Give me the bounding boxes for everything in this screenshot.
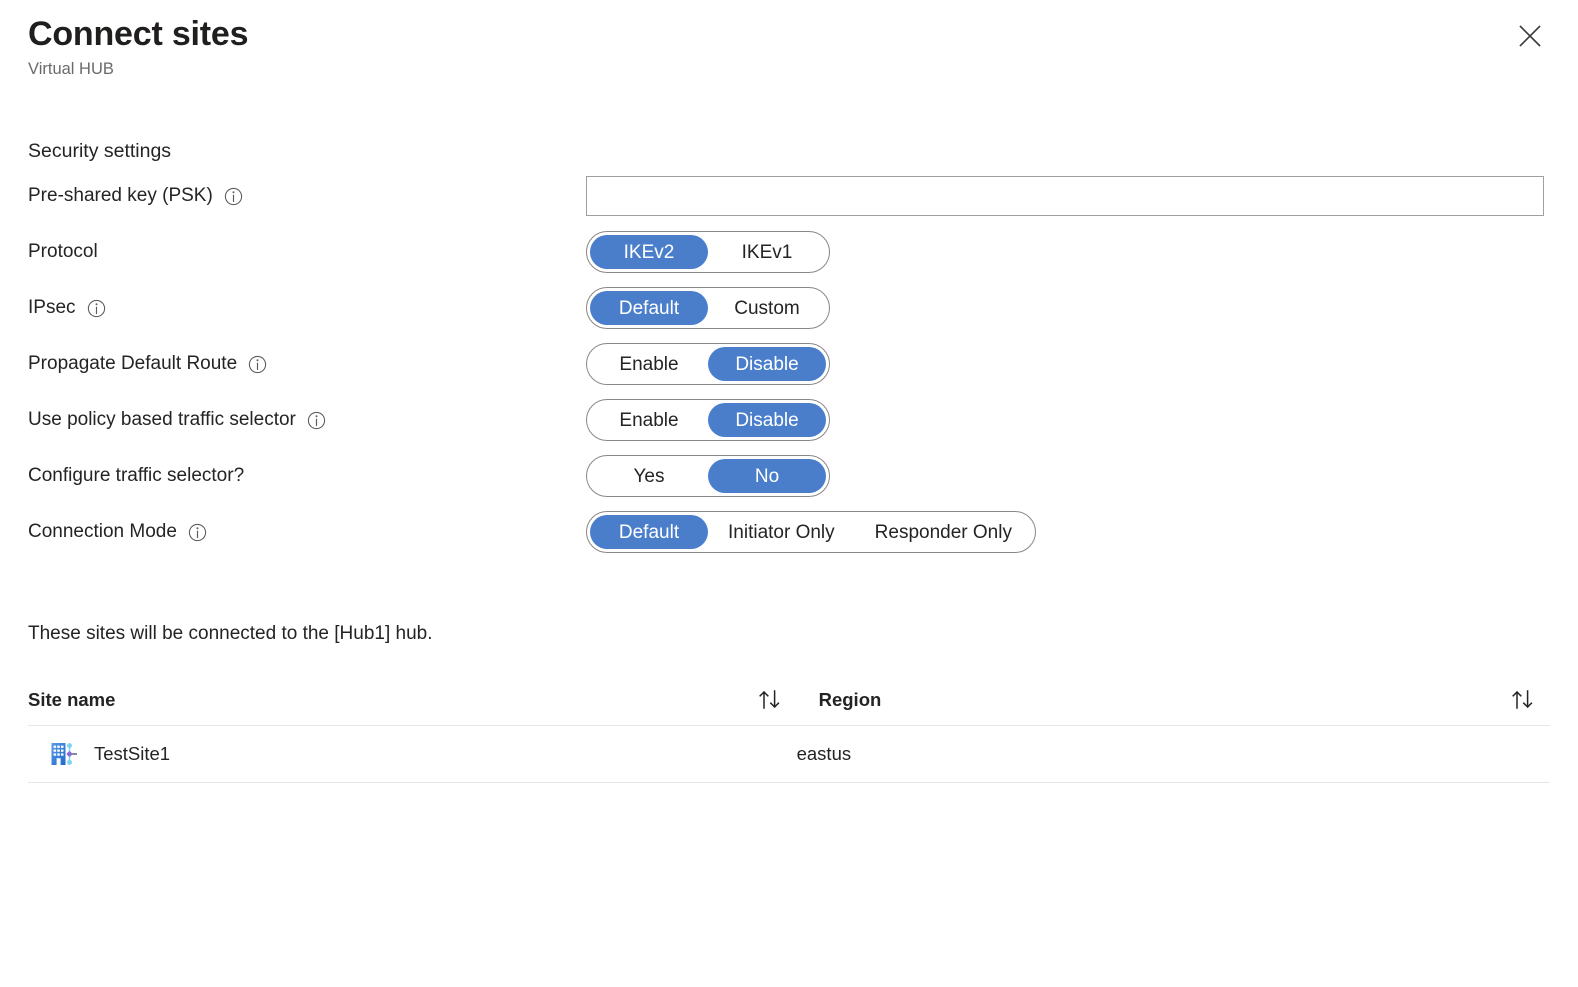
toggle-option-connmode-initiator-only[interactable]: Initiator Only xyxy=(708,515,855,549)
control-protocol: IKEv2 IKEv1 xyxy=(586,231,830,274)
sort-updown-icon[interactable] xyxy=(1510,689,1536,710)
toggle-group-propagate-default-route: Enable Disable xyxy=(586,343,830,386)
info-icon[interactable] xyxy=(188,523,207,542)
form-row-psk: Pre-shared key (PSK) xyxy=(28,173,1578,219)
label-psk: Pre-shared key (PSK) xyxy=(28,184,586,209)
label-propagate-default-route: Propagate Default Route xyxy=(28,352,586,377)
info-icon[interactable] xyxy=(307,411,326,430)
label-propagate-default-route-text: Propagate Default Route xyxy=(28,352,238,374)
toggle-group-policy-based-traffic-selector: Enable Disable xyxy=(586,399,830,442)
toggle-group-configure-traffic-selector: Yes No xyxy=(586,455,830,498)
toggle-option-configts-yes[interactable]: Yes xyxy=(590,459,708,493)
label-ipsec-text: IPsec xyxy=(28,296,76,318)
toggle-option-configts-no[interactable]: No xyxy=(708,459,826,494)
label-policy-based-traffic-selector: Use policy based traffic selector xyxy=(28,408,586,433)
table-row[interactable]: TestSite1 eastus xyxy=(28,724,1550,783)
sort-updown-icon[interactable] xyxy=(757,689,783,710)
close-icon xyxy=(1517,23,1543,49)
sites-note: These sites will be connected to the [Hu… xyxy=(28,623,433,645)
toggle-option-protocol-ikev1[interactable]: IKEv1 xyxy=(708,235,826,269)
control-ipsec: Default Custom xyxy=(586,287,830,330)
column-header-region: Region xyxy=(797,689,1550,726)
info-icon[interactable] xyxy=(87,299,106,318)
panel-header: Connect sites Virtual HUB xyxy=(0,0,1578,80)
control-policy-based-traffic-selector: Enable Disable xyxy=(586,399,830,442)
form-row-connection-mode: Connection Mode Default Initiator Only R… xyxy=(28,509,1578,555)
label-ipsec: IPsec xyxy=(28,296,586,321)
info-icon[interactable] xyxy=(224,187,243,206)
table-header-row: Site name Region xyxy=(28,689,1550,726)
control-connection-mode: Default Initiator Only Responder Only xyxy=(586,511,1036,554)
toggle-option-propagate-disable[interactable]: Disable xyxy=(708,347,826,382)
toggle-option-policy-enable[interactable]: Enable xyxy=(590,403,708,437)
form-row-policy-based-traffic-selector: Use policy based traffic selector Enable… xyxy=(28,397,1578,443)
toggle-group-connection-mode: Default Initiator Only Responder Only xyxy=(586,511,1036,554)
cell-site-name: TestSite1 xyxy=(28,724,797,783)
section-heading-security-settings: Security settings xyxy=(28,139,172,162)
vpn-site-icon xyxy=(50,740,80,768)
sites-section: These sites will be connected to the [Hu… xyxy=(0,621,1578,783)
form-row-ipsec: IPsec Default Custom xyxy=(28,285,1578,331)
psk-input[interactable] xyxy=(586,176,1544,217)
form-row-configure-traffic-selector: Configure traffic selector? Yes No xyxy=(28,453,1578,499)
label-policy-based-traffic-selector-text: Use policy based traffic selector xyxy=(28,408,296,430)
column-header-region-label: Region xyxy=(818,688,882,710)
toggle-group-ipsec: Default Custom xyxy=(586,287,830,330)
page-title: Connect sites xyxy=(28,15,249,53)
sites-table: Site name Region TestSite1 eastus xyxy=(28,689,1550,783)
column-header-site-name: Site name xyxy=(28,689,797,726)
control-psk xyxy=(586,176,1544,217)
toggle-option-ipsec-default[interactable]: Default xyxy=(590,291,708,326)
label-protocol-text: Protocol xyxy=(28,240,98,262)
toggle-option-connmode-responder-only[interactable]: Responder Only xyxy=(855,515,1032,549)
close-button[interactable] xyxy=(1508,14,1552,58)
control-configure-traffic-selector: Yes No xyxy=(586,455,830,498)
toggle-option-protocol-ikev2[interactable]: IKEv2 xyxy=(590,235,708,270)
column-header-site-name-label: Site name xyxy=(28,688,116,710)
form-row-protocol: Protocol IKEv2 IKEv1 xyxy=(28,229,1578,275)
toggle-option-connmode-default[interactable]: Default xyxy=(590,515,708,550)
page-subtitle: Virtual HUB xyxy=(28,60,114,79)
toggle-option-propagate-enable[interactable]: Enable xyxy=(590,347,708,381)
label-protocol: Protocol xyxy=(28,240,586,265)
control-propagate-default-route: Enable Disable xyxy=(586,343,830,386)
form-row-propagate-default-route: Propagate Default Route Enable Disable xyxy=(28,341,1578,387)
label-connection-mode: Connection Mode xyxy=(28,520,586,545)
label-connection-mode-text: Connection Mode xyxy=(28,520,177,542)
cell-region: eastus xyxy=(796,724,1550,783)
site-name-text: TestSite1 xyxy=(94,742,171,764)
label-configure-traffic-selector-text: Configure traffic selector? xyxy=(28,464,245,486)
info-icon[interactable] xyxy=(248,355,267,374)
toggle-option-ipsec-custom[interactable]: Custom xyxy=(708,291,826,325)
toggle-group-protocol: IKEv2 IKEv1 xyxy=(586,231,830,274)
toggle-option-policy-disable[interactable]: Disable xyxy=(708,403,826,438)
label-configure-traffic-selector: Configure traffic selector? xyxy=(28,464,586,489)
security-settings-form: Security settings Pre-shared key (PSK) P… xyxy=(0,138,1578,555)
label-psk-text: Pre-shared key (PSK) xyxy=(28,184,213,206)
